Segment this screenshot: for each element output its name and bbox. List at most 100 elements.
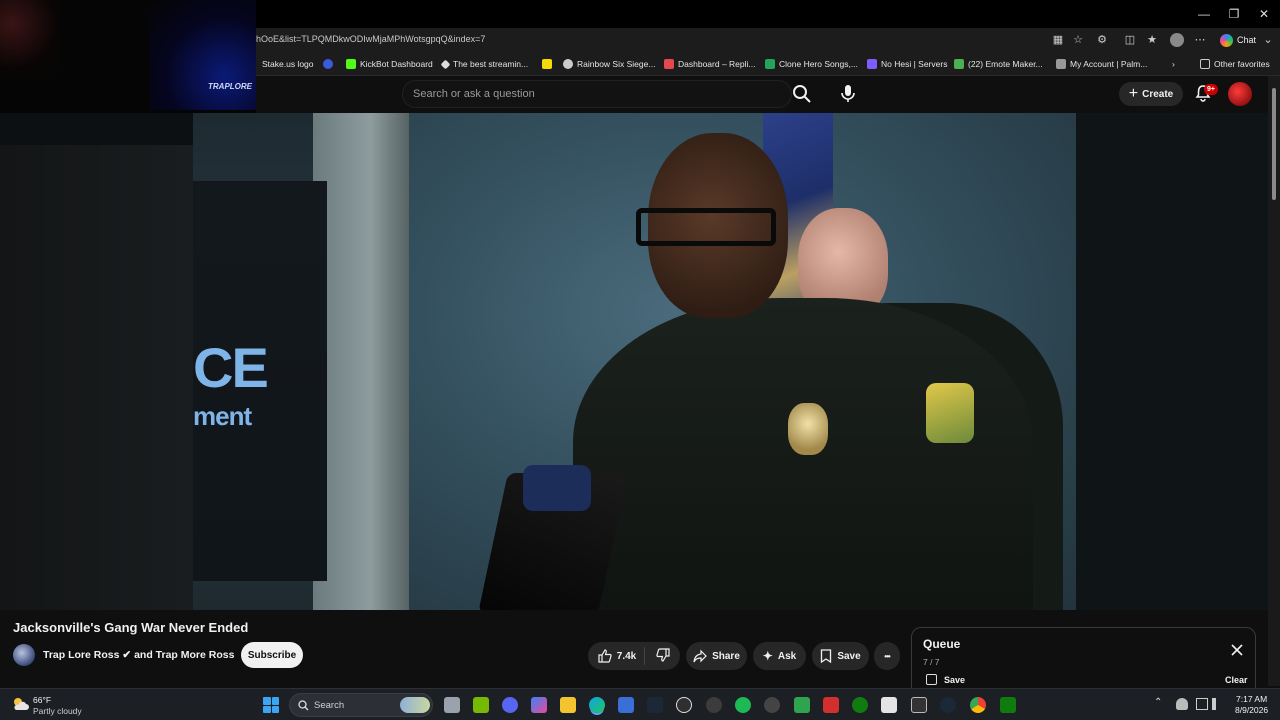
like-button[interactable]: 7.4k (598, 647, 646, 665)
weather-description[interactable]: Partly cloudy (33, 706, 82, 716)
share-label: Share (712, 650, 740, 662)
extensions-icon[interactable]: ⚙ (1094, 32, 1110, 48)
restore-icon[interactable]: ❐ (1224, 5, 1244, 23)
taskbar-search[interactable]: Search (289, 693, 433, 717)
share-button[interactable]: Share (686, 642, 747, 670)
steam-icon[interactable] (647, 697, 663, 713)
app-icon[interactable] (881, 697, 897, 713)
spotify-icon[interactable] (735, 697, 751, 713)
file-explorer-icon[interactable] (560, 697, 576, 713)
scrollbar-thumb[interactable] (1272, 88, 1276, 200)
bookmark-snapchat[interactable] (542, 57, 552, 71)
video-frame[interactable]: CE ment (193, 113, 1076, 610)
queue-save-checkbox[interactable] (926, 674, 937, 685)
more-options-icon[interactable]: ⋯ (1192, 32, 1208, 48)
microphone-flag (523, 465, 591, 511)
bookmark-stake[interactable]: Stake.us logo (262, 57, 314, 71)
bookmark-r[interactable] (323, 57, 333, 71)
task-view-icon[interactable] (444, 697, 460, 713)
close-window-icon[interactable]: ✕ (1254, 5, 1274, 23)
bookmark-icon (821, 649, 832, 663)
save-label: Save (837, 650, 861, 662)
other-favorites[interactable]: Other favorites (1200, 57, 1270, 71)
search-input[interactable]: Search or ask a question (413, 88, 535, 100)
red-app-icon[interactable] (823, 697, 839, 713)
store-icon[interactable] (618, 697, 634, 713)
b-app-icon[interactable] (794, 697, 810, 713)
bookmark-dashboard[interactable]: Dashboard – Repli... (664, 57, 756, 71)
taskbar: 66°F Partly cloudy Search ⌃ 7:17 AM 8/9/… (0, 688, 1280, 720)
bookmarks-overflow-icon[interactable]: › (1172, 57, 1175, 71)
url-field[interactable]: hOoE&list=TLPQMDkwODIwMjaMPhWotsgpqQ&ind… (256, 34, 485, 44)
display-tray-icon[interactable] (1196, 698, 1208, 710)
4k-video-icon[interactable] (764, 697, 780, 713)
dislike-button[interactable] (650, 647, 670, 665)
channel-name[interactable]: Trap Lore Ross ✔ and Trap More Ross (43, 649, 234, 661)
xbox-icon[interactable] (852, 697, 868, 713)
xbox-app-icon[interactable] (1000, 697, 1016, 713)
microphone-icon[interactable] (838, 82, 858, 106)
bookmark-account[interactable]: My Account | Palm... (1056, 57, 1147, 71)
discord-icon[interactable] (502, 697, 518, 713)
bookmark-emote[interactable]: (22) Emote Maker... (954, 57, 1043, 71)
microphone-tray-icon[interactable] (1176, 698, 1188, 710)
more-actions-button[interactable]: ••• (874, 642, 900, 670)
r6-icon (563, 59, 573, 69)
queue-panel: Queue 7 / 7 Save Clear (911, 627, 1256, 697)
steam-secondary-icon[interactable] (940, 697, 956, 713)
chevron-down-icon[interactable]: ⌄ (1260, 32, 1276, 48)
minimize-icon[interactable]: — (1194, 5, 1214, 23)
channel-avatar[interactable] (13, 644, 35, 666)
favorites-icon[interactable]: ★ (1144, 32, 1160, 48)
video-player[interactable]: CE ment (0, 113, 1268, 610)
split-screen-icon[interactable]: ◫ (1122, 32, 1138, 48)
bookmark-r6[interactable]: Rainbow Six Siege... (563, 57, 655, 71)
user-avatar[interactable] (1228, 82, 1252, 106)
chat-button[interactable]: Chat (1216, 31, 1260, 49)
weather-temp[interactable]: 66°F (33, 695, 51, 705)
subscribe-button[interactable]: Subscribe (241, 642, 303, 668)
ambient-right (1076, 113, 1268, 610)
search-box[interactable]: Search or ask a question (402, 80, 792, 108)
apps-grid-icon[interactable]: ▦ (1050, 32, 1066, 48)
weather-cloud-icon[interactable] (11, 696, 29, 712)
video-wall-left (313, 113, 409, 610)
copilot-app-icon[interactable] (531, 697, 547, 713)
windows-start-icon[interactable] (263, 697, 279, 713)
search-icon[interactable] (792, 84, 818, 104)
folder-icon (1200, 59, 1210, 69)
page-scrollbar[interactable] (1268, 76, 1280, 686)
close-icon[interactable] (1230, 643, 1246, 659)
tray-chevron-up-icon[interactable]: ⌃ (1154, 697, 1162, 708)
police-badge (788, 403, 828, 455)
settings-icon[interactable] (706, 697, 722, 713)
bookmark-nohesi[interactable]: No Hesi | Servers (867, 57, 947, 71)
clock-date[interactable]: 8/9/2026 (1235, 705, 1268, 715)
ask-button[interactable]: ✦ Ask (753, 642, 806, 670)
queue-title: Queue (923, 637, 961, 651)
create-button[interactable]: + Create (1119, 82, 1183, 106)
edge-icon[interactable] (589, 697, 605, 713)
queue-save-label[interactable]: Save (944, 675, 965, 685)
bookmark-kickbot[interactable]: KickBot Dashboard (346, 57, 433, 71)
star-icon[interactable]: ☆ (1070, 32, 1086, 48)
nohesi-icon (867, 59, 877, 69)
glasses (636, 208, 776, 246)
queue-clear-button[interactable]: Clear (1225, 675, 1248, 685)
nvidia-icon[interactable] (473, 697, 489, 713)
save-button[interactable]: Save (812, 642, 869, 670)
profile-avatar[interactable] (1170, 33, 1184, 47)
share-icon (693, 649, 707, 663)
ambient-left (0, 145, 193, 610)
sheets-icon (765, 59, 775, 69)
address-bar: hOoE&list=TLPQMDkwODIwMjaMPhWotsgpqQ&ind… (256, 28, 1280, 52)
clock-time[interactable]: 7:17 AM (1236, 694, 1267, 704)
bookmark-streaming[interactable]: The best streamin... (440, 57, 528, 71)
thumbs-up-icon (598, 649, 612, 663)
volume-icon[interactable] (1212, 698, 1224, 710)
bookmark-clonehero[interactable]: Clone Hero Songs,... (765, 57, 858, 71)
chrome-icon[interactable] (970, 697, 986, 713)
g-app-icon[interactable] (911, 697, 927, 713)
obs-icon[interactable] (676, 697, 692, 713)
overlay-logo: TRAPLORE (208, 82, 252, 91)
